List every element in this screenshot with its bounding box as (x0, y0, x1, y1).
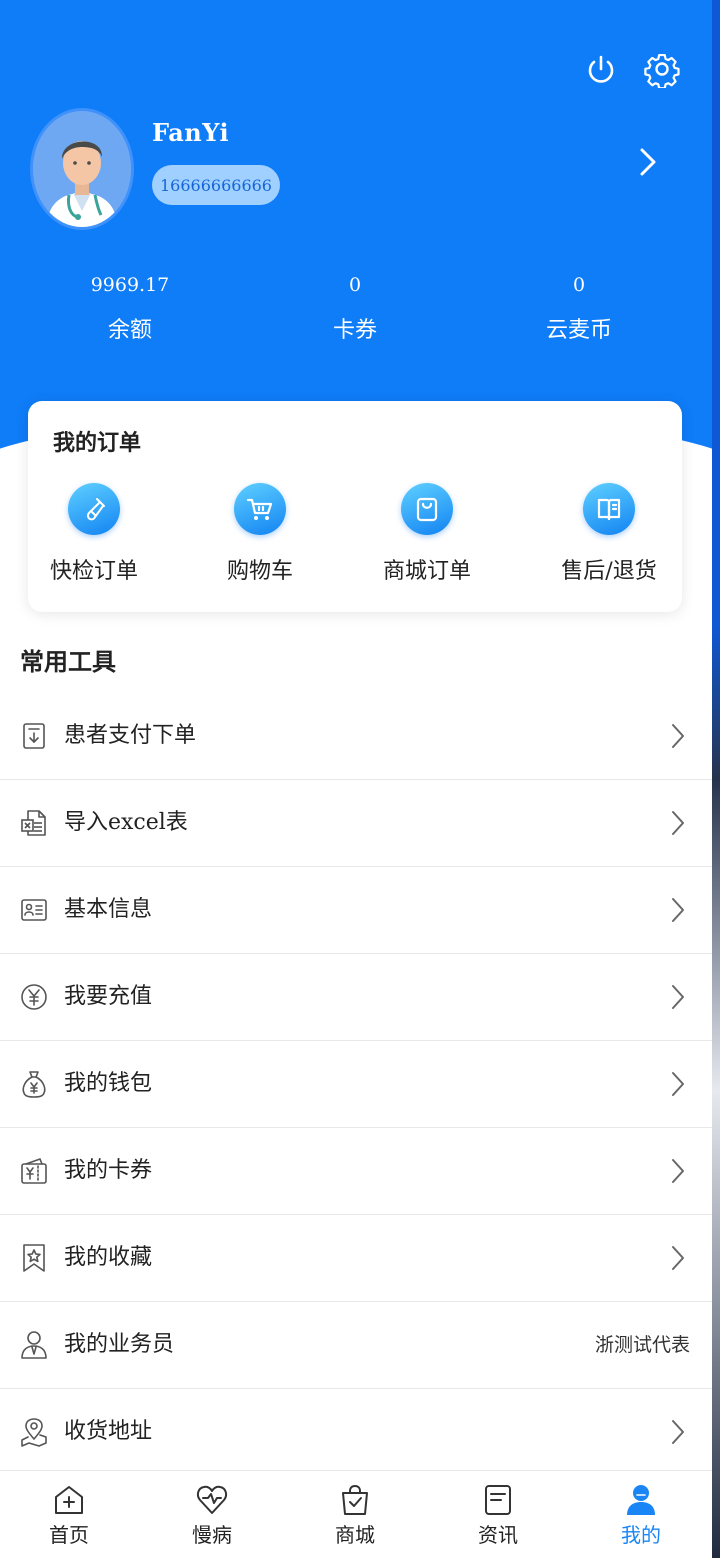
chevron-right-icon (668, 1418, 688, 1446)
chevron-right-icon (668, 1157, 688, 1185)
menu-label: 基本信息 (64, 897, 153, 922)
menu-item-favorites[interactable]: 我的收藏 (0, 1215, 712, 1302)
bottom-tab-bar: 首页 慢病 商城 资讯 我的 (0, 1470, 712, 1558)
chevron-right-icon (668, 722, 688, 750)
home-plus-icon (52, 1483, 86, 1517)
tools-list: 患者支付下单 导入excel表 基本信息 我要充值 我的钱包 我的卡券 我的收藏… (0, 693, 712, 1476)
id-card-icon (20, 895, 48, 925)
user-name: FanYi (152, 118, 230, 147)
menu-item-my-coupons[interactable]: 我的卡券 (0, 1128, 712, 1215)
tab-news[interactable]: 资讯 (427, 1471, 569, 1558)
tab-label: 商城 (335, 1523, 375, 1547)
chevron-right-icon[interactable] (630, 142, 666, 182)
shopping-bag-icon (401, 483, 453, 535)
menu-item-basic-info[interactable]: 基本信息 (0, 867, 712, 954)
menu-label: 我的卡券 (64, 1158, 153, 1183)
menu-label: 我的业务员 (64, 1332, 175, 1357)
order-item-after-sales[interactable]: 售后/退货 (539, 483, 679, 585)
stat-label: 卡券 (332, 318, 377, 343)
gear-icon[interactable] (642, 50, 682, 90)
yuan-coin-icon (20, 982, 48, 1012)
power-icon[interactable] (581, 50, 621, 90)
menu-item-wallet[interactable]: 我的钱包 (0, 1041, 712, 1128)
menu-item-patient-payment[interactable]: 患者支付下单 (0, 693, 712, 780)
chevron-right-icon (668, 1070, 688, 1098)
chevron-right-icon (668, 983, 688, 1011)
salesperson-icon (20, 1330, 48, 1360)
money-bag-icon (20, 1069, 48, 1099)
tab-chronic[interactable]: 慢病 (141, 1471, 283, 1558)
stat-label: 云麦币 (545, 318, 612, 343)
test-tube-icon (68, 483, 120, 535)
order-label: 购物车 (226, 559, 293, 584)
order-item-quick-test[interactable]: 快检订单 (24, 483, 164, 585)
menu-item-salesperson[interactable]: 我的业务员 浙测试代表 (0, 1302, 712, 1389)
menu-label: 我要充值 (64, 984, 153, 1009)
menu-item-import-excel[interactable]: 导入excel表 (0, 780, 712, 867)
stat-value: 0 (572, 274, 586, 296)
tab-label: 资讯 (478, 1523, 518, 1547)
tab-home[interactable]: 首页 (0, 1471, 140, 1558)
cart-icon (234, 483, 286, 535)
chevron-right-icon (668, 809, 688, 837)
map-pin-icon (20, 1417, 48, 1447)
avatar[interactable] (30, 108, 134, 230)
stat-value: 0 (348, 274, 362, 296)
stat-balance[interactable]: 9969.17 余额 (40, 270, 220, 344)
chevron-right-icon (668, 896, 688, 924)
stat-value: 9969.17 (90, 274, 170, 296)
heart-pulse-icon (195, 1483, 229, 1517)
user-icon (624, 1483, 658, 1517)
menu-label: 收货地址 (64, 1419, 153, 1444)
order-label: 售后/退货 (561, 559, 657, 584)
menu-item-recharge[interactable]: 我要充值 (0, 954, 712, 1041)
order-label: 快检订单 (49, 559, 138, 584)
chevron-right-icon (668, 1244, 688, 1272)
coupon-icon (20, 1156, 48, 1186)
order-item-cart[interactable]: 购物车 (190, 483, 330, 585)
app-screen: FanYi 16666666666 9969.17 余额 0 卡券 0 云麦币 … (0, 0, 712, 1558)
salesperson-name: 浙测试代表 (594, 1334, 690, 1356)
menu-label: 我的收藏 (64, 1245, 153, 1270)
order-item-mall-orders[interactable]: 商城订单 (357, 483, 497, 585)
stat-coins[interactable]: 0 云麦币 (489, 270, 669, 344)
document-download-icon (20, 721, 48, 751)
tools-title: 常用工具 (20, 647, 116, 676)
background-edge (712, 0, 720, 1558)
bag-check-icon (338, 1483, 372, 1517)
menu-label: 导入excel表 (64, 810, 188, 835)
excel-file-icon (20, 808, 48, 838)
tab-label: 我的 (621, 1523, 661, 1547)
tab-label: 首页 (49, 1523, 89, 1547)
orders-card: 我的订单 快检订单 购物车 商城订单 售后/退货 (28, 401, 682, 612)
menu-label: 患者支付下单 (64, 723, 197, 748)
phone-badge: 16666666666 (152, 165, 280, 205)
bookmark-star-icon (20, 1243, 48, 1273)
stat-label: 余额 (107, 318, 152, 343)
tab-mine[interactable]: 我的 (570, 1471, 712, 1558)
menu-item-shipping-address[interactable]: 收货地址 (0, 1389, 712, 1476)
orders-title: 我的订单 (53, 430, 142, 456)
book-icon (583, 483, 635, 535)
menu-label: 我的钱包 (64, 1071, 153, 1096)
news-icon (481, 1483, 515, 1517)
tab-mall[interactable]: 商城 (284, 1471, 426, 1558)
stat-coupons[interactable]: 0 卡券 (265, 270, 445, 344)
order-label: 商城订单 (382, 559, 471, 584)
tab-label: 慢病 (192, 1523, 232, 1547)
